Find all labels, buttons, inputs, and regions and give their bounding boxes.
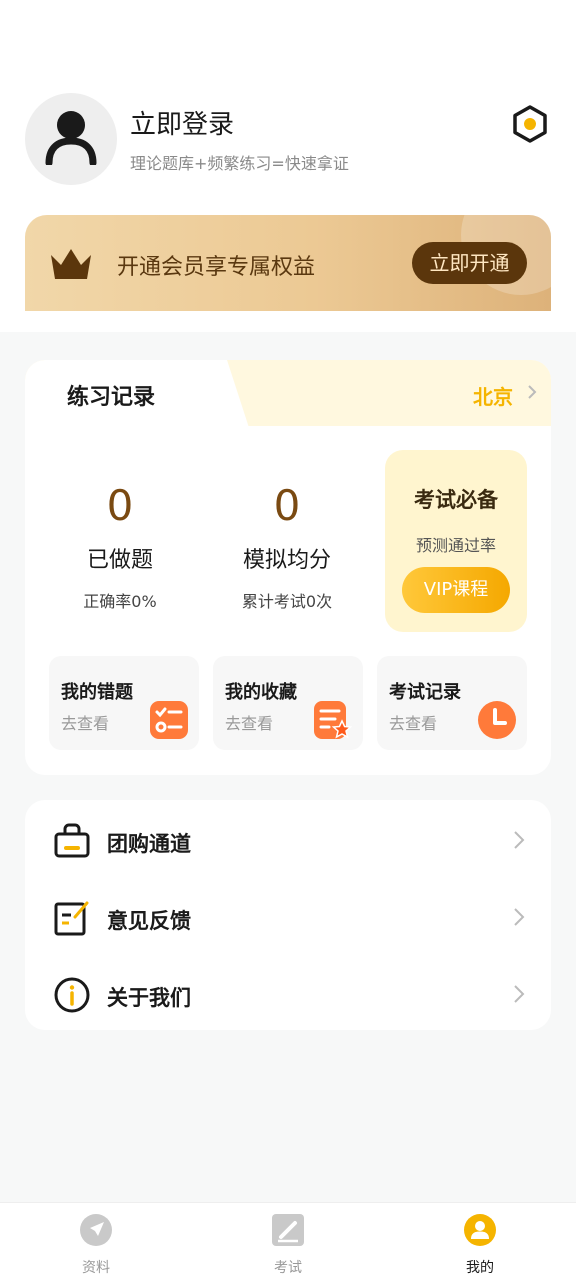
exam-box-subtitle: 预测通过率 <box>415 536 496 555</box>
quick-link-title: 我的错题 <box>61 682 133 703</box>
quick-link-wrong-questions[interactable]: 我的错题 去查看 <box>49 656 199 750</box>
shopping-bag-icon <box>54 823 90 858</box>
login-title[interactable]: 立即登录 <box>130 104 234 141</box>
menu-item-feedback[interactable]: 意见反馈 <box>25 881 551 951</box>
quick-link-sub: 去查看 <box>225 714 274 733</box>
stat-sub: 正确率0% <box>83 592 157 611</box>
nav-tab-materials[interactable]: 资料 <box>0 1203 192 1280</box>
login-subtitle: 理论题库+频繁练习=快速拿证 <box>130 154 349 173</box>
profile-icon <box>464 1214 496 1246</box>
menu-item-about-us[interactable]: 关于我们 <box>25 958 551 1028</box>
clock-icon <box>478 701 516 739</box>
tab-title: 练习记录 <box>67 385 156 410</box>
settings-button[interactable] <box>508 102 552 146</box>
quick-link-exam-records[interactable]: 考试记录 去查看 <box>377 656 527 750</box>
stat-label: 模拟均分 <box>242 548 331 573</box>
avatar[interactable] <box>25 93 117 185</box>
stat-average-score[interactable]: 0 模拟均分 累计考试0次 <box>207 480 367 612</box>
navigation-icon <box>80 1214 112 1246</box>
menu-item-group-buy[interactable]: 团购通道 <box>25 804 551 874</box>
user-icon <box>45 111 97 165</box>
chevron-right-icon <box>514 908 525 926</box>
chevron-right-icon[interactable] <box>527 384 537 400</box>
menu-card: 团购通道 意见反馈 关于我们 <box>25 800 551 1030</box>
practice-record-card: 练习记录 北京 0 已做题 正确率0% 0 模拟均分 累计考试0次 考试必备 预… <box>25 360 551 775</box>
quick-link-sub: 去查看 <box>389 714 438 733</box>
stat-sub: 累计考试0次 <box>241 592 333 611</box>
stat-value: 0 <box>273 481 301 530</box>
exam-icon <box>272 1214 304 1246</box>
nav-tab-label: 我的 <box>466 1260 494 1276</box>
bottom-navigation: 资料 考试 我的 <box>0 1202 576 1280</box>
favorites-icon <box>314 701 353 739</box>
menu-item-label: 关于我们 <box>107 986 191 1010</box>
quick-link-sub: 去查看 <box>61 714 110 733</box>
exam-essentials-box[interactable]: 考试必备 预测通过率 VIP课程 <box>385 450 527 632</box>
vip-banner-text: 开通会员享专属权益 <box>117 255 316 280</box>
nav-tab-mine[interactable]: 我的 <box>384 1203 576 1280</box>
vip-banner[interactable]: 开通会员享专属权益 立即开通 <box>25 215 551 311</box>
menu-item-label: 意见反馈 <box>107 909 191 933</box>
menu-item-label: 团购通道 <box>107 832 191 856</box>
wrong-questions-icon <box>150 701 188 739</box>
nav-tab-label: 考试 <box>274 1260 302 1276</box>
quick-link-favorites[interactable]: 我的收藏 去查看 <box>213 656 363 750</box>
chevron-right-icon <box>514 985 525 1003</box>
crown-icon <box>51 249 91 279</box>
stat-value: 0 <box>106 481 134 530</box>
nav-tab-exam[interactable]: 考试 <box>192 1203 384 1280</box>
quick-link-title: 我的收藏 <box>225 682 297 703</box>
open-vip-button[interactable]: 立即开通 <box>412 242 527 284</box>
stat-answered[interactable]: 0 已做题 正确率0% <box>40 480 200 612</box>
stat-label: 已做题 <box>86 548 153 573</box>
chevron-right-icon <box>514 831 525 849</box>
settings-hexagon-icon <box>513 105 547 143</box>
region-selector[interactable]: 北京 <box>473 381 513 410</box>
quick-link-title: 考试记录 <box>389 682 461 703</box>
vip-course-button[interactable]: VIP课程 <box>402 567 510 613</box>
exam-box-title: 考试必备 <box>414 488 498 512</box>
feedback-icon <box>54 901 89 936</box>
info-icon <box>54 977 90 1013</box>
nav-tab-label: 资料 <box>82 1260 110 1276</box>
